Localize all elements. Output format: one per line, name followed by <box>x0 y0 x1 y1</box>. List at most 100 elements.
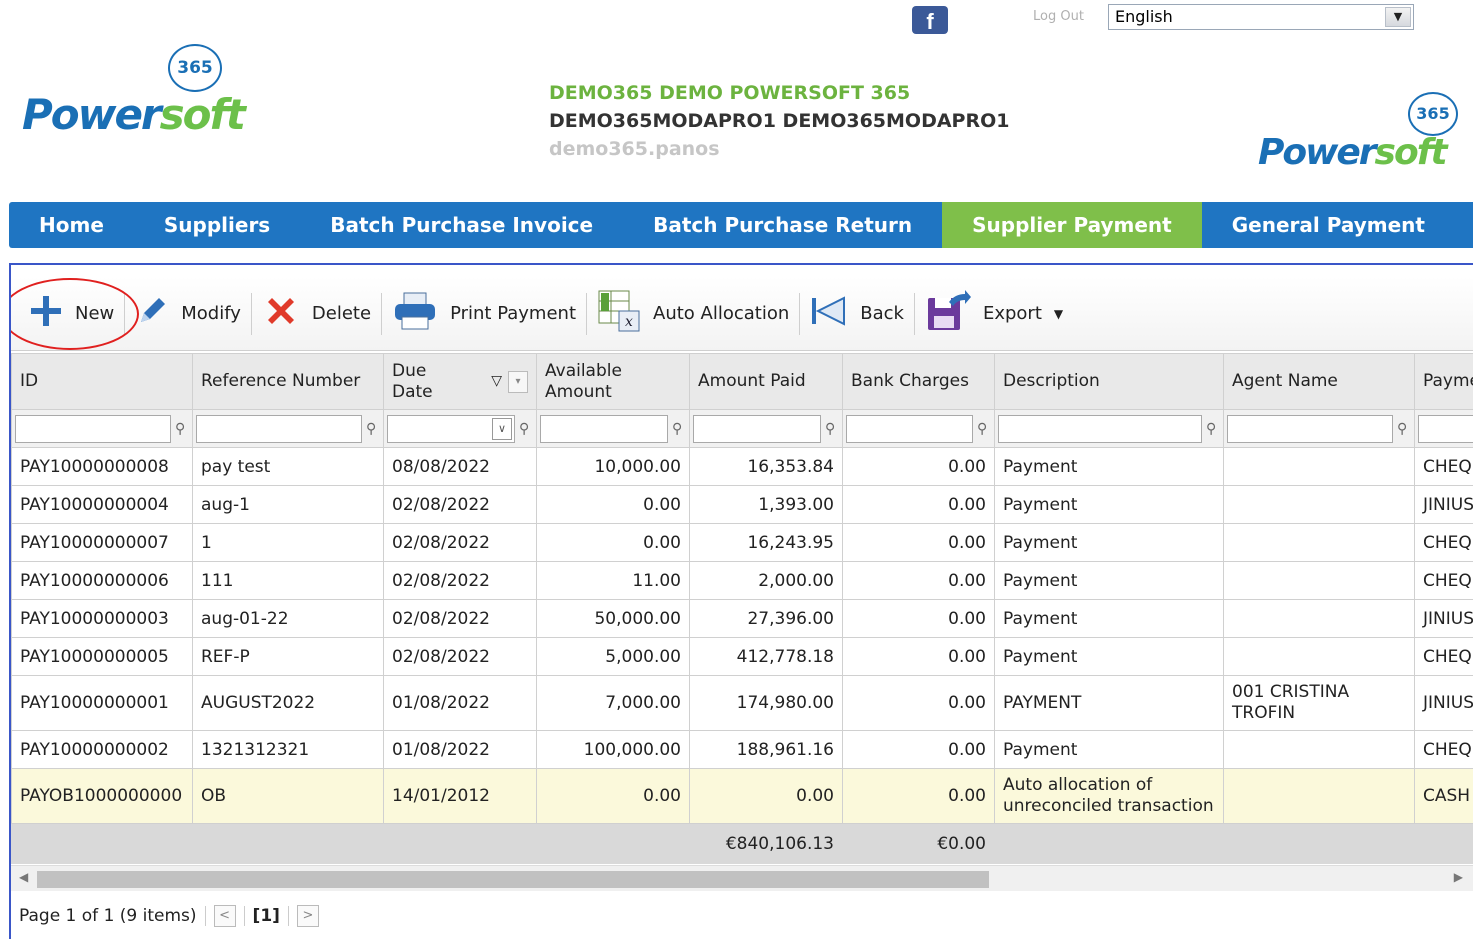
cell-payment-type: CHEQU <box>1414 447 1473 486</box>
nav-batch-purchase-invoice[interactable]: Batch Purchase Invoice <box>300 202 623 248</box>
table-row[interactable]: PAY10000000006 111 02/08/2022 11.00 2,000.00… <box>11 561 1473 600</box>
scroll-left-icon[interactable]: ◀ <box>19 870 28 884</box>
back-button[interactable]: Back <box>800 292 914 336</box>
nav-suppliers[interactable]: Suppliers <box>134 202 300 248</box>
back-arrow-icon <box>810 294 848 333</box>
table-row[interactable]: PAY10000000007 1 02/08/2022 0.00 16,243.95 0.… <box>11 523 1473 562</box>
col-header-bank-charges[interactable]: Bank Charges <box>842 353 995 410</box>
col-header-reference[interactable]: Reference Number <box>192 353 384 410</box>
chevron-down-icon[interactable]: ▼ <box>1385 7 1411 27</box>
cell-payment-type: JINIUS <box>1414 485 1473 524</box>
filter-input-available[interactable] <box>540 414 668 443</box>
cell-agent-name <box>1223 523 1415 562</box>
col-header-available-amount[interactable]: Available Amount <box>536 353 690 410</box>
modify-button[interactable]: Modify <box>125 292 251 336</box>
cell-reference: AUGUST2022 <box>192 675 384 731</box>
column-menu-icon[interactable]: ▾ <box>508 370 528 393</box>
total-amount-paid: €840,106.13 <box>689 823 843 864</box>
cell-amount-paid: 188,961.16 <box>689 730 843 769</box>
sort-desc-icon: ▽ <box>491 373 502 389</box>
scroll-thumb[interactable] <box>37 871 989 888</box>
cell-available-amount: 0.00 <box>536 768 690 824</box>
cell-agent-name <box>1223 599 1415 638</box>
cell-amount-paid: 174,980.00 <box>689 675 843 731</box>
col-header-description[interactable]: Description <box>994 353 1224 410</box>
filter-icon[interactable]: ⚲ <box>175 421 189 437</box>
main-nav: Home Suppliers Batch Purchase Invoice Ba… <box>9 202 1473 248</box>
facebook-icon[interactable]: f <box>912 6 948 34</box>
filter-input-id[interactable] <box>15 414 171 443</box>
table-row[interactable]: PAY10000000003 aug-01-22 02/08/2022 50,000.… <box>11 599 1473 638</box>
filter-input-reference[interactable] <box>196 414 362 443</box>
language-select[interactable]: English ▼ <box>1108 4 1414 30</box>
filter-icon[interactable]: ⚲ <box>825 421 839 437</box>
export-button[interactable]: Export ▼ <box>915 290 1073 336</box>
prev-page-button[interactable]: < <box>213 905 236 927</box>
new-button[interactable]: New <box>19 292 124 336</box>
table-row[interactable]: PAY10000000001 AUGUST2022 01/08/2022 7,000.… <box>11 675 1473 731</box>
col-header-due-date[interactable]: Due Date ▽ ▾ <box>383 353 537 410</box>
filter-input-amount-paid[interactable] <box>693 414 821 443</box>
filter-icon[interactable]: ⚲ <box>1206 421 1220 437</box>
current-page[interactable]: [1] <box>253 906 280 926</box>
auto-allocation-button[interactable]: x Auto Allocation <box>587 289 799 338</box>
cell-bank-charges: 0.00 <box>842 730 995 769</box>
filter-input-payment[interactable] <box>1418 414 1473 443</box>
logo-badge: 365 <box>168 44 222 92</box>
cell-due-date: 02/08/2022 <box>383 485 537 524</box>
cell-amount-paid: 16,353.84 <box>689 447 843 486</box>
date-dropdown-icon[interactable]: ∨ <box>492 417 512 440</box>
filter-row: ⚲ ⚲ ∨ ⚲ ⚲ ⚲ ⚲ ⚲ ⚲ <box>11 409 1473 448</box>
spreadsheet-formula-icon: x <box>597 289 641 338</box>
delete-button[interactable]: Delete <box>252 292 381 336</box>
filter-input-bank-charges[interactable] <box>846 414 973 443</box>
col-header-payment[interactable]: Payme <box>1414 353 1473 410</box>
header-row: ID Reference Number Due Date ▽ ▾ Availabl… <box>11 353 1473 410</box>
nav-batch-purchase-return[interactable]: Batch Purchase Return <box>623 202 942 248</box>
cell-agent-name <box>1223 637 1415 676</box>
payments-grid: ID Reference Number Due Date ▽ ▾ Availabl… <box>11 353 1473 864</box>
powersoft-logo: 365 Powersoft <box>22 44 246 144</box>
col-header-id[interactable]: ID <box>11 353 193 410</box>
table-row[interactable]: PAY10000000005 REF-P 02/08/2022 5,000.00 412… <box>11 637 1473 676</box>
col-header-agent-name[interactable]: Agent Name <box>1223 353 1415 410</box>
table-row[interactable]: PAY10000000002 1321312321 01/08/2022 100,00… <box>11 730 1473 769</box>
filter-icon[interactable]: ⚲ <box>1397 421 1411 437</box>
next-page-button[interactable]: > <box>296 905 319 927</box>
cell-bank-charges: 0.00 <box>842 561 995 600</box>
print-payment-button[interactable]: Print Payment <box>382 292 586 336</box>
cell-due-date: 02/08/2022 <box>383 523 537 562</box>
table-row[interactable]: PAY10000000004 aug-1 02/08/2022 0.00 1,393.0… <box>11 485 1473 524</box>
pager: Page 1 of 1 (9 items) < [1] > <box>19 905 319 927</box>
back-label: Back <box>860 303 904 324</box>
nav-general-payment[interactable]: General Payment <box>1202 202 1455 248</box>
total-bank-charges: €0.00 <box>842 823 995 864</box>
cell-due-date: 02/08/2022 <box>383 561 537 600</box>
cell-amount-paid: 16,243.95 <box>689 523 843 562</box>
filter-input-due-date[interactable]: ∨ <box>387 414 515 443</box>
cell-payment-type: CHEQU <box>1414 637 1473 676</box>
filter-input-agent[interactable] <box>1227 414 1393 443</box>
cell-due-date: 08/08/2022 <box>383 447 537 486</box>
auto-allocation-label: Auto Allocation <box>653 303 790 324</box>
filter-icon[interactable]: ⚲ <box>519 421 533 437</box>
nav-supplier-payment[interactable]: Supplier Payment <box>942 202 1202 248</box>
filter-input-description[interactable] <box>998 414 1202 443</box>
logout-link[interactable]: Log Out <box>1033 9 1084 24</box>
scroll-right-icon[interactable]: ▶ <box>1454 870 1463 884</box>
filter-icon[interactable]: ⚲ <box>672 421 686 437</box>
logo-text-soft: soft <box>159 90 246 139</box>
cell-payment-type: JINIUS <box>1414 599 1473 638</box>
cell-description: Payment <box>994 523 1224 562</box>
cell-available-amount: 0.00 <box>536 523 690 562</box>
cell-description: Payment <box>994 730 1224 769</box>
filter-icon[interactable]: ⚲ <box>366 421 380 437</box>
nav-home[interactable]: Home <box>9 202 134 248</box>
table-row[interactable]: PAY10000000008 pay test 08/08/2022 10,000.0… <box>11 447 1473 486</box>
table-row[interactable]: PAYOB1000000000 OB 14/01/2012 0.00 0.00 0.00 A… <box>11 768 1473 824</box>
col-header-amount-paid[interactable]: Amount Paid <box>689 353 843 410</box>
cell-description: Payment <box>994 485 1224 524</box>
horizontal-scrollbar[interactable]: ◀ ▶ <box>11 865 1473 891</box>
cell-bank-charges: 0.00 <box>842 599 995 638</box>
filter-icon[interactable]: ⚲ <box>977 421 991 437</box>
